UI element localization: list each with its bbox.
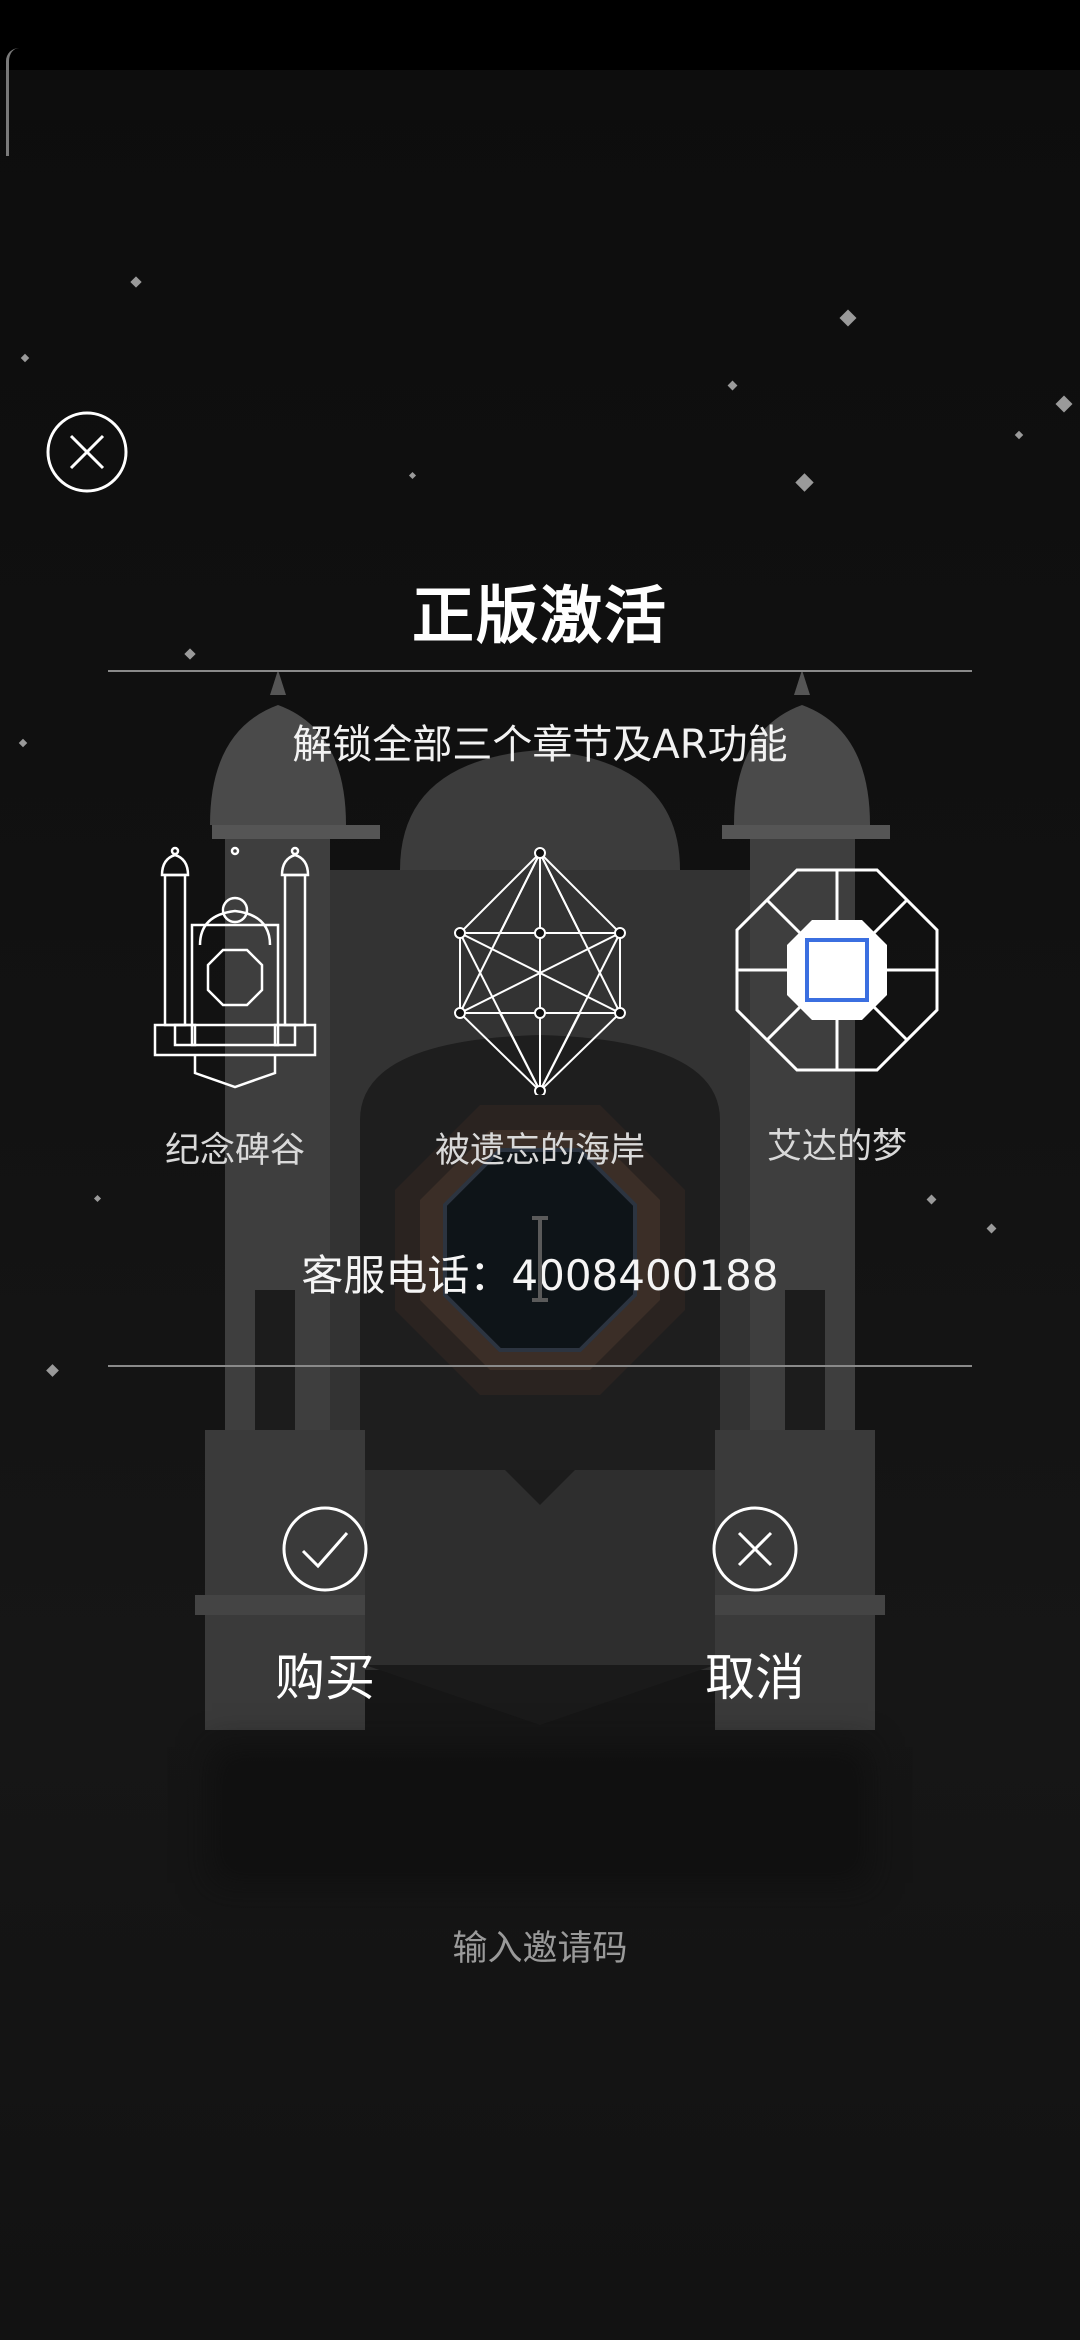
temple-background	[195, 670, 890, 1730]
invite-code-field[interactable]	[230, 1765, 850, 1865]
temple-icon	[153, 846, 317, 1089]
status-bar	[0, 0, 1080, 70]
close-icon	[46, 411, 128, 493]
chapter-3	[732, 865, 942, 1075]
dialog-subtitle: 解锁全部三个章节及AR功能	[292, 722, 788, 768]
cancel-label[interactable]: 取消	[655, 1638, 855, 1710]
checkmark-icon	[282, 1506, 368, 1592]
bottom-divider	[108, 1365, 972, 1367]
activation-screen: { "dialog": { "title": "正版激活", "subtitle…	[0, 0, 1080, 2340]
left-dome-band	[212, 825, 380, 839]
chapter-1-label: 纪念碑谷	[164, 1131, 305, 1171]
chapter-2-label: 被遗忘的海岸	[434, 1131, 645, 1171]
edge-handle	[6, 48, 19, 156]
invite-code-link[interactable]: 输入邀请码	[0, 1920, 1080, 1971]
top-divider	[108, 670, 972, 672]
text-cursor-icon	[532, 1216, 548, 1302]
octagon-gem-icon	[735, 868, 939, 1072]
buy-label[interactable]: 购买	[225, 1638, 425, 1710]
chapter-1	[140, 845, 330, 1095]
right-dome-band	[722, 825, 890, 839]
chapter-3-label: 艾达的梦	[766, 1127, 907, 1167]
crystal-lattice-icon	[454, 847, 626, 1097]
chapter-2	[450, 845, 630, 1097]
dialog-title: 正版激活	[411, 579, 668, 652]
x-icon	[712, 1506, 798, 1592]
close-button[interactable]	[45, 410, 129, 494]
